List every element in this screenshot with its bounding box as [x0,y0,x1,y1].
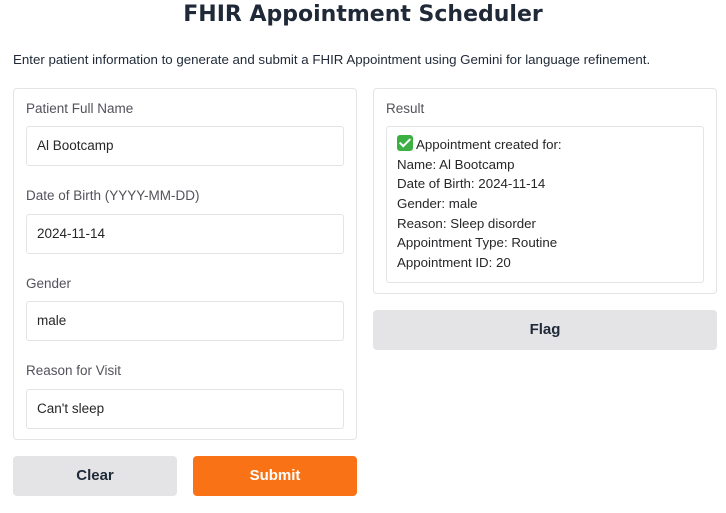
result-line: Gender: male [397,196,478,212]
patient-form-panel: Patient Full Name Al Bootcamp Date of Bi… [13,88,357,440]
result-line: Appointment ID: 20 [397,255,511,271]
result-line: Appointment created for: [397,135,693,155]
result-panel: Result Appointment created for: Name: Al… [373,88,717,294]
gender-label: Gender [26,276,72,291]
reason-input[interactable]: Can't sleep [26,389,344,429]
dob-input[interactable]: 2024-11-14 [26,214,344,254]
result-line: Reason: Sleep disorder [397,215,536,231]
patient-name-label: Patient Full Name [26,101,134,116]
result-output: Appointment created for: Name: Al Bootca… [386,126,704,283]
gender-input[interactable]: male [26,301,344,341]
check-mark-icon [397,135,413,151]
page-title: FHIR Appointment Scheduler [183,2,543,27]
page-description: Enter patient information to generate an… [13,52,651,67]
result-heading: Appointment created for: [416,137,562,152]
result-line: Name: Al Bootcamp [397,156,515,172]
submit-button[interactable]: Submit [193,456,357,496]
patient-name-input[interactable]: Al Bootcamp [26,126,344,166]
flag-button[interactable]: Flag [373,310,717,350]
result-line: Date of Birth: 2024-11-14 [397,176,546,192]
clear-button[interactable]: Clear [13,456,177,496]
result-label: Result [386,101,425,116]
reason-label: Reason for Visit [26,363,122,378]
dob-label: Date of Birth (YYYY-MM-DD) [26,188,200,203]
result-line: Appointment Type: Routine [397,235,558,251]
